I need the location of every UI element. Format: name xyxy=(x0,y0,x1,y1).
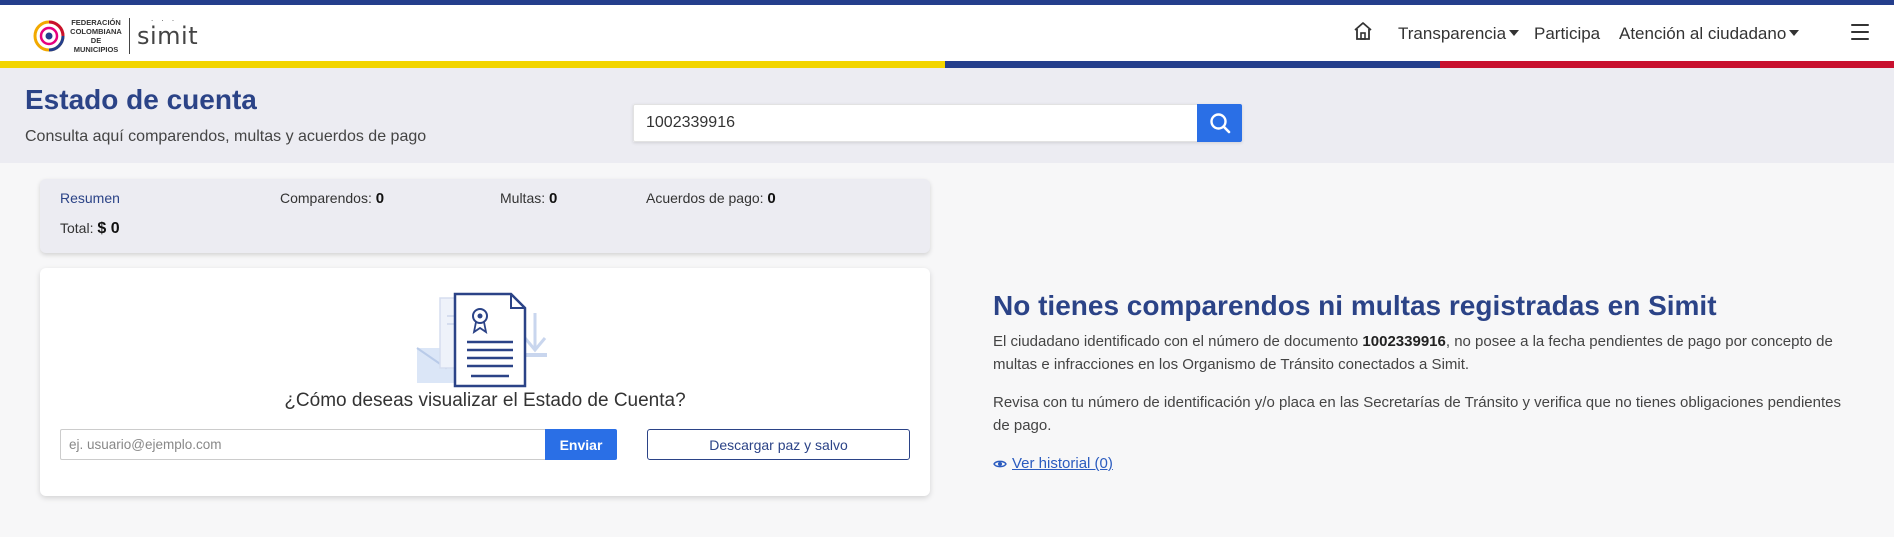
nav-atencion-ciudadano[interactable]: Atención al ciudadano xyxy=(1619,24,1800,44)
page-subtitle: Consulta aquí comparendos, multas y acue… xyxy=(25,128,427,145)
summary-multas: Multas: 0 xyxy=(500,190,558,207)
document-number: 1002339916 xyxy=(1362,333,1446,350)
visualize-question: ¿Cómo deseas visualizar el Estado de Cue… xyxy=(284,390,686,411)
download-paz-y-salvo-button[interactable]: Descargar paz y salvo xyxy=(647,429,910,460)
search-button[interactable] xyxy=(1197,104,1242,142)
flag-color-bar xyxy=(0,61,1894,68)
simit-logo: simit · · · xyxy=(137,17,199,50)
site-header: FEDERACIÓN COLOMBIANA DE MUNICIPIOS simi… xyxy=(0,5,1894,61)
certificate-document-icon xyxy=(416,292,547,388)
send-button[interactable]: Enviar xyxy=(545,429,617,460)
home-icon[interactable] xyxy=(1352,20,1374,42)
view-history-link[interactable]: Ver historial (0) xyxy=(993,455,1113,472)
document-search xyxy=(633,104,1242,142)
fcm-logo-icon xyxy=(33,20,65,52)
chevron-down-icon xyxy=(1789,30,1800,36)
brand-logo[interactable]: FEDERACIÓN COLOMBIANA DE MUNICIPIOS simi… xyxy=(33,13,198,59)
fcm-logo-text: FEDERACIÓN COLOMBIANA DE MUNICIPIOS xyxy=(70,18,122,54)
summary-card: Resumen Comparendos: 0 Multas: 0 Acuerdo… xyxy=(40,179,930,253)
summary-comparendos: Comparendos: 0 xyxy=(280,190,385,207)
no-records-description: El ciudadano identificado con el número … xyxy=(993,333,1833,373)
eye-icon xyxy=(993,460,1007,467)
chevron-down-icon xyxy=(1509,30,1520,36)
summary-heading: Resumen xyxy=(60,190,120,206)
summary-acuerdos: Acuerdos de pago: 0 xyxy=(646,190,776,207)
simit-logo-dots: · · · xyxy=(151,17,178,25)
hamburger-menu-icon[interactable] xyxy=(1851,24,1869,40)
email-field[interactable] xyxy=(60,429,545,460)
visualize-card: ¿Cómo deseas visualizar el Estado de Cue… xyxy=(40,268,930,496)
page-title: Estado de cuenta xyxy=(25,84,257,115)
search-icon xyxy=(1209,113,1230,134)
no-records-title: No tienes comparendos ni multas registra… xyxy=(993,290,1717,321)
search-input[interactable] xyxy=(633,104,1197,142)
verification-advice: Revisa con tu número de identificación y… xyxy=(993,394,1841,434)
summary-total: Total: $ 0 xyxy=(60,220,120,237)
nav-participa[interactable]: Participa xyxy=(1534,24,1600,44)
logo-divider xyxy=(129,18,130,54)
nav-transparencia[interactable]: Transparencia xyxy=(1398,24,1520,44)
